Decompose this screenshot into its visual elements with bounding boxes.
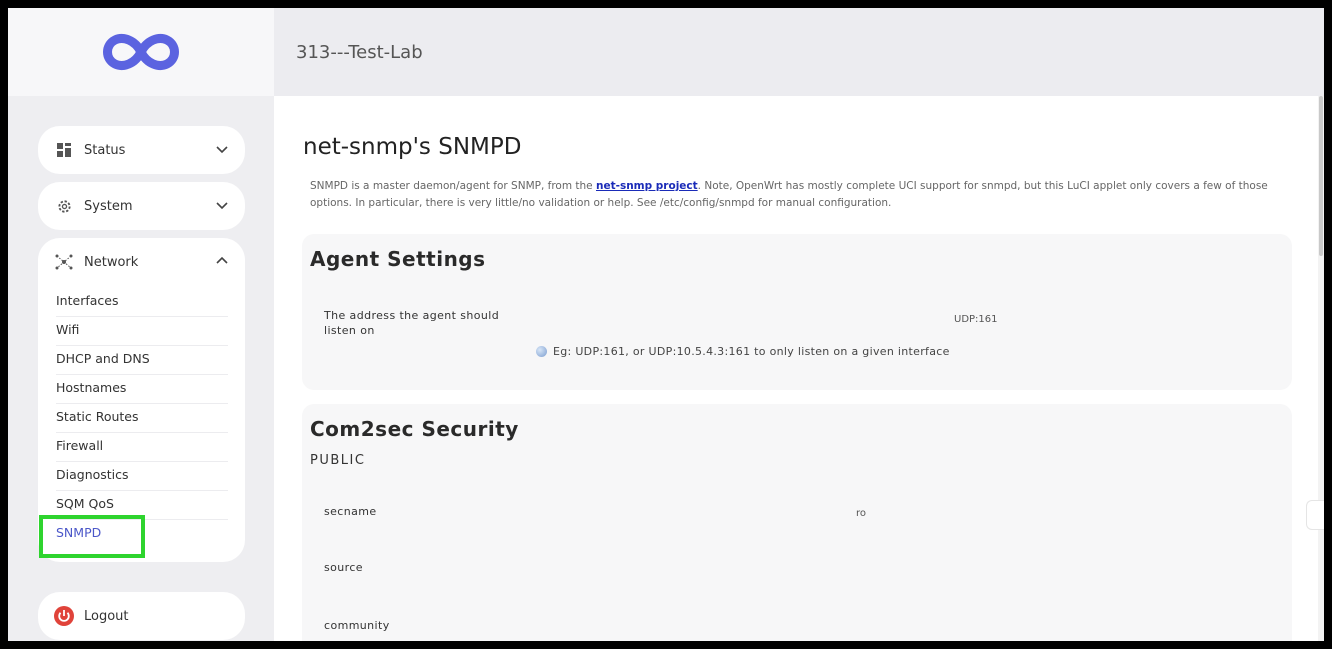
- info-icon: [536, 346, 547, 357]
- dashboard-icon: [54, 140, 74, 160]
- sidebar-item-wifi[interactable]: Wifi: [56, 317, 228, 346]
- nav-network-label: Network: [84, 254, 139, 270]
- agent-address-label: The address the agent should listen on: [324, 309, 500, 337]
- sidebar-item-hostnames[interactable]: Hostnames: [56, 375, 228, 404]
- logout-label: Logout: [84, 608, 129, 624]
- nav-network: Network Interfaces Wifi DHCP and DNS Hos…: [38, 238, 245, 562]
- agent-address-hint-text: Eg: UDP:161, or UDP:10.5.4.3:161 to only…: [553, 345, 950, 358]
- power-icon: [54, 606, 74, 626]
- network-submenu: Interfaces Wifi DHCP and DNS Hostnames S…: [38, 288, 245, 549]
- scrollbar[interactable]: [1318, 96, 1324, 641]
- agent-settings-heading: Agent Settings: [310, 247, 486, 271]
- com2sec-heading: Com2sec Security: [310, 417, 519, 441]
- page-description: SNMPD is a master daemon/agent for SNMP,…: [310, 178, 1270, 212]
- nav-system-header[interactable]: System: [38, 182, 245, 230]
- sidebar-item-diagnostics[interactable]: Diagnostics: [56, 462, 228, 491]
- app-frame: Status System Network Interfaces Wifi DH…: [8, 8, 1324, 641]
- nav-system-label: System: [84, 198, 133, 214]
- chevron-up-icon: [216, 256, 228, 264]
- sidebar-item-dhcp-dns[interactable]: DHCP and DNS: [56, 346, 228, 375]
- sidebar-item-static-routes[interactable]: Static Routes: [56, 404, 228, 433]
- gear-icon: [54, 196, 74, 216]
- sidebar-item-firewall[interactable]: Firewall: [56, 433, 228, 462]
- main-content: net-snmp's SNMPD SNMPD is a master daemo…: [274, 96, 1324, 641]
- agent-address-input[interactable]: UDP:161: [954, 314, 998, 325]
- net-snmp-project-link[interactable]: net-snmp project: [596, 180, 698, 192]
- chevron-down-icon: [216, 202, 228, 210]
- agent-settings-section: Agent Settings The address the agent sho…: [302, 234, 1292, 390]
- com2sec-subheading: PUBLIC: [310, 453, 366, 468]
- page-title: net-snmp's SNMPD: [303, 134, 522, 160]
- source-label: source: [324, 561, 363, 574]
- nav-system: System: [38, 182, 245, 230]
- secname-label: secname: [324, 505, 377, 518]
- community-label: community: [324, 619, 390, 632]
- chevron-down-icon: [216, 146, 228, 154]
- secname-input[interactable]: ro: [856, 508, 866, 519]
- scrollbar-thumb[interactable]: [1319, 96, 1323, 256]
- nav-status: Status: [38, 126, 245, 174]
- nav-network-header[interactable]: Network: [38, 238, 245, 286]
- description-text: SNMPD is a master daemon/agent for SNMP,…: [310, 180, 596, 192]
- hostname-title: 313---Test-Lab: [296, 42, 423, 63]
- com2sec-section: Com2sec Security PUBLIC secname ro sourc…: [302, 404, 1292, 641]
- logout-button[interactable]: Logout: [38, 592, 245, 640]
- logo[interactable]: [8, 8, 274, 96]
- nav-status-header[interactable]: Status: [38, 126, 245, 174]
- topbar: 313---Test-Lab: [274, 8, 1324, 96]
- side-edge-tab[interactable]: [1306, 500, 1324, 530]
- agent-address-hint: Eg: UDP:161, or UDP:10.5.4.3:161 to only…: [536, 345, 950, 358]
- nav-logout: Logout: [38, 592, 245, 640]
- nav-status-label: Status: [84, 142, 126, 158]
- sidebar: Status System Network Interfaces Wifi DH…: [8, 8, 274, 641]
- sidebar-item-interfaces[interactable]: Interfaces: [56, 288, 228, 317]
- network-icon: [54, 252, 74, 272]
- infinity-logo-icon: [103, 34, 179, 70]
- annotation-highlight: [39, 515, 145, 558]
